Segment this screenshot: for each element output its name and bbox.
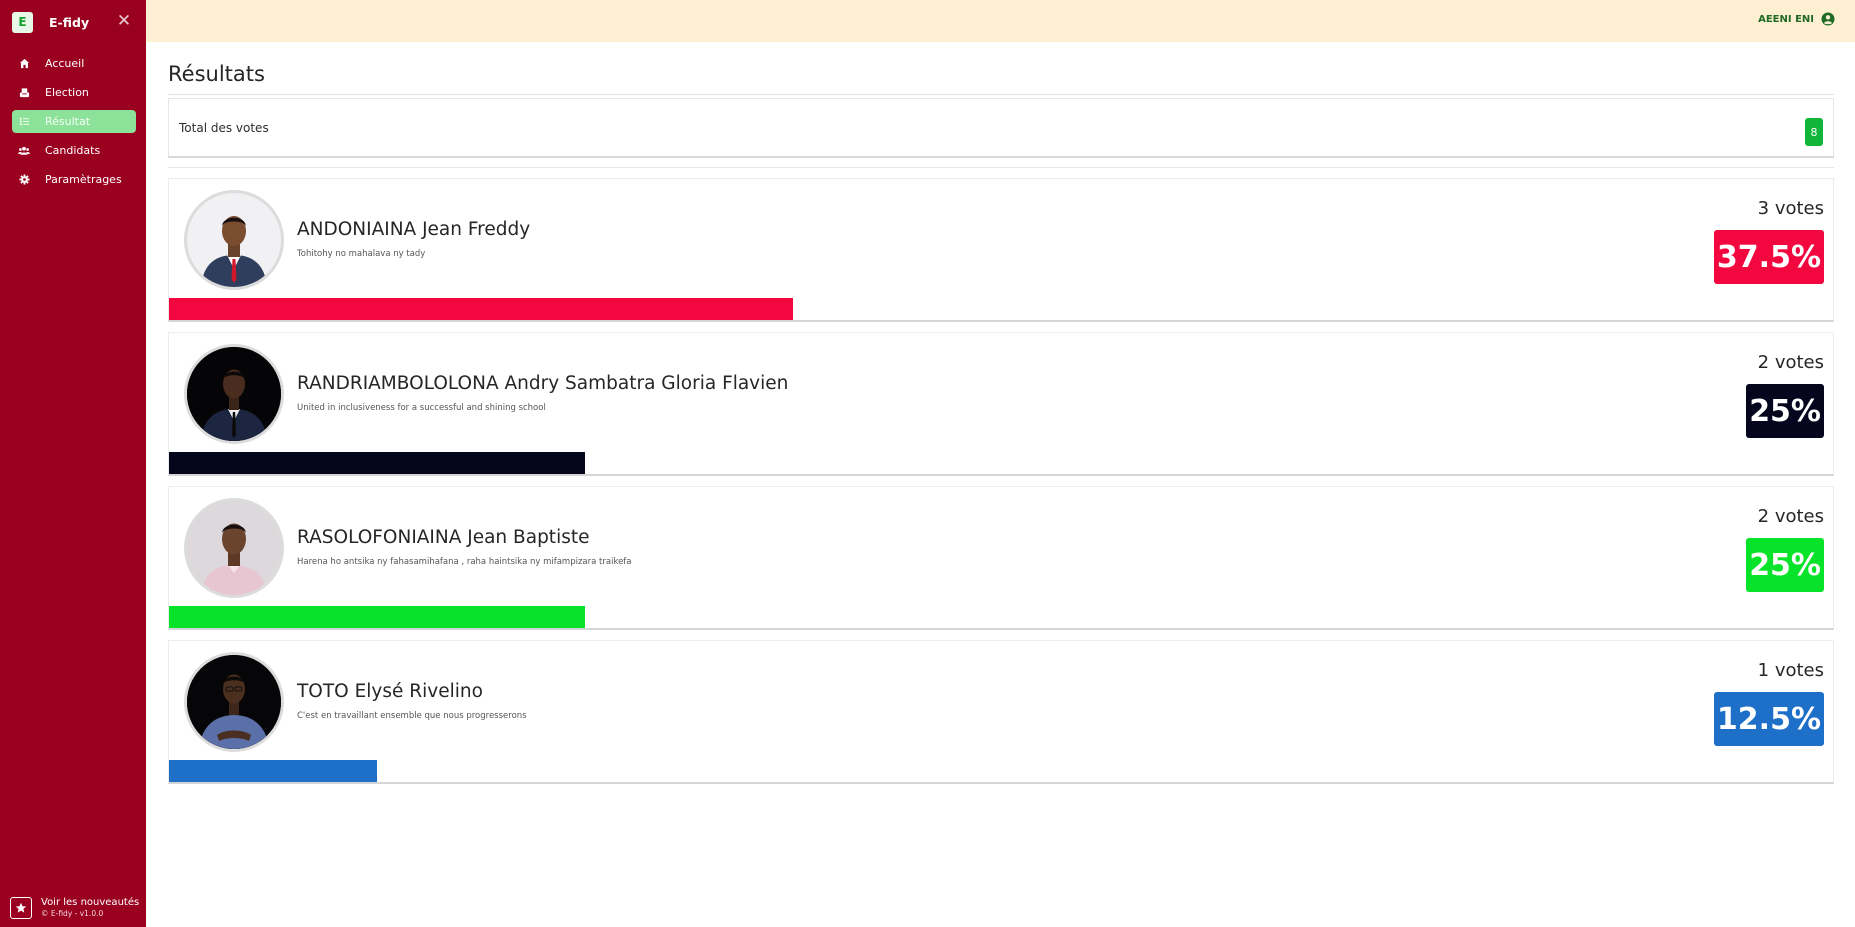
candidate-percent-badge: 25% [1746,384,1824,438]
candidate-avatar [184,190,284,290]
sidebar-item-accueil[interactable]: Accueil [12,52,136,75]
candidate-percent-badge: 37.5% [1713,230,1824,284]
candidate-slogan: Tohitohy no mahalava ny tady [297,249,426,259]
sidebar-item-label: Accueil [45,57,85,70]
sidebar: E E-fidy ✕ Accueil Election Résultat Can… [0,0,146,927]
divider [168,94,1834,95]
candidate-card: TOTO Elysé Rivelino C'est en travaillant… [168,640,1834,784]
sidebar-item-label: Candidats [45,144,101,157]
total-votes-label: Total des votes [179,120,269,135]
total-votes-card: Total des votes 8 [168,98,1834,158]
app-logo[interactable]: E [12,11,33,33]
candidate-slogan: United in inclusiveness for a successful… [297,403,546,413]
candidate-card: ANDONIAINA Jean Freddy Tohitohy no mahal… [168,178,1834,322]
home-icon [18,58,30,70]
candidate-percent-badge: 25% [1746,538,1824,592]
app-name[interactable]: E-fidy [49,15,89,30]
candidate-name: RANDRIAMBOLOLONA Andry Sambatra Gloria F… [297,373,789,394]
ballot-icon [18,87,30,99]
users-icon [18,145,30,157]
candidate-votes: 1 votes [1757,660,1824,681]
sidebar-item-label: Election [45,86,89,99]
progress-bar [169,298,793,320]
progress-track [169,298,1833,320]
total-votes-badge: 8 [1805,118,1823,146]
candidate-slogan: C'est en travaillant ensemble que nous p… [297,711,527,721]
gear-icon [18,174,30,186]
candidate-slogan: Harena ho antsika ny fahasamihafana , ra… [297,557,632,567]
progress-bar [169,606,585,628]
sidebar-item-candidats[interactable]: Candidats [12,139,136,162]
progress-track [169,606,1833,628]
candidate-avatar [184,344,284,444]
sidebar-item-label: Paramètrages [45,173,122,186]
divider [168,167,1834,168]
user-name: AEENI ENI [1758,13,1814,25]
candidate-votes: 2 votes [1757,352,1824,373]
progress-bar [169,452,585,474]
list-icon [18,116,30,128]
progress-track [169,760,1833,782]
star-icon[interactable] [10,897,32,919]
candidate-votes: 2 votes [1757,506,1824,527]
user-menu[interactable]: AEENI ENI [1758,12,1835,26]
candidate-card: RASOLOFONIAINA Jean Baptiste Harena ho a… [168,486,1834,630]
version-text: © E-fidy - v1.0.0 [41,909,104,918]
sidebar-item-election[interactable]: Election [12,81,136,104]
user-circle-icon [1821,12,1835,26]
candidate-avatar [184,498,284,598]
whats-new-link[interactable]: Voir les nouveautés [41,897,139,908]
progress-track [169,452,1833,474]
sidebar-item-label: Résultat [45,115,91,128]
sidebar-item-resultat[interactable]: Résultat [12,110,136,133]
candidate-name: ANDONIAINA Jean Freddy [297,219,531,240]
candidate-card: RANDRIAMBOLOLONA Andry Sambatra Gloria F… [168,332,1834,476]
sidebar-item-parametrages[interactable]: Paramètrages [12,168,136,191]
candidate-name: TOTO Elysé Rivelino [297,681,483,702]
topbar: AEENI ENI [146,0,1855,42]
page-title: Résultats [168,62,265,86]
candidate-percent-badge: 12.5% [1713,692,1824,746]
main-content: Résultats Total des votes 8 ANDONIAINA J… [168,42,1834,784]
sidebar-nav: Accueil Election Résultat Candidats Para… [0,52,146,191]
candidate-name: RASOLOFONIAINA Jean Baptiste [297,527,590,548]
candidate-avatar [184,652,284,752]
sidebar-footer: Voir les nouveautés © E-fidy - v1.0.0 [10,897,139,919]
close-sidebar-icon[interactable]: ✕ [115,10,133,32]
candidate-votes: 3 votes [1757,198,1824,219]
progress-bar [169,760,377,782]
